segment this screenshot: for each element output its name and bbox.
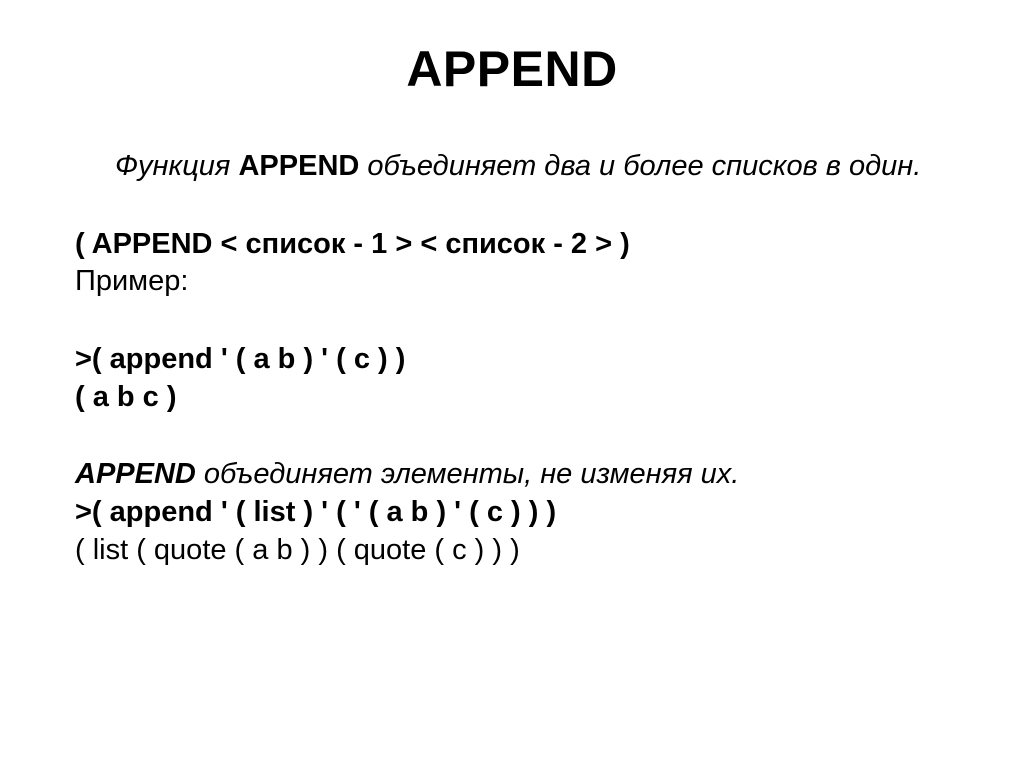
intro-paragraph: Функция APPEND объединяет два и более сп… <box>75 148 949 186</box>
syntax-line: ( APPEND < список - 1 > < список - 2 > ) <box>75 226 949 264</box>
example-2-output: ( list ( quote ( a b ) ) ( quote ( c ) )… <box>75 532 949 570</box>
intro-function-name: APPEND <box>238 150 359 182</box>
example-2-input: >( append ' ( list ) ' ( ' ( a b ) ' ( c… <box>75 494 949 532</box>
note-and-example-2: APPEND объединяет элементы, не изменяя и… <box>75 456 949 569</box>
note-function-name: APPEND <box>75 458 196 490</box>
note-rest: объединяет элементы, не изменяя их. <box>196 458 739 490</box>
example-1-input: >( append ' ( a b ) ' ( c ) ) <box>75 341 949 379</box>
example-label: Пример: <box>75 263 949 301</box>
example-1-output: ( a b c ) <box>75 379 949 417</box>
note-line: APPEND объединяет элементы, не изменяя и… <box>75 456 949 494</box>
slide-body: Функция APPEND объединяет два и более сп… <box>75 148 949 570</box>
example-1: >( append ' ( a b ) ' ( c ) ) ( a b c ) <box>75 341 949 416</box>
slide-title: APPEND <box>75 40 949 98</box>
intro-prefix: Функция <box>115 150 238 182</box>
intro-suffix: объединяет два и более списков в один. <box>359 150 921 182</box>
